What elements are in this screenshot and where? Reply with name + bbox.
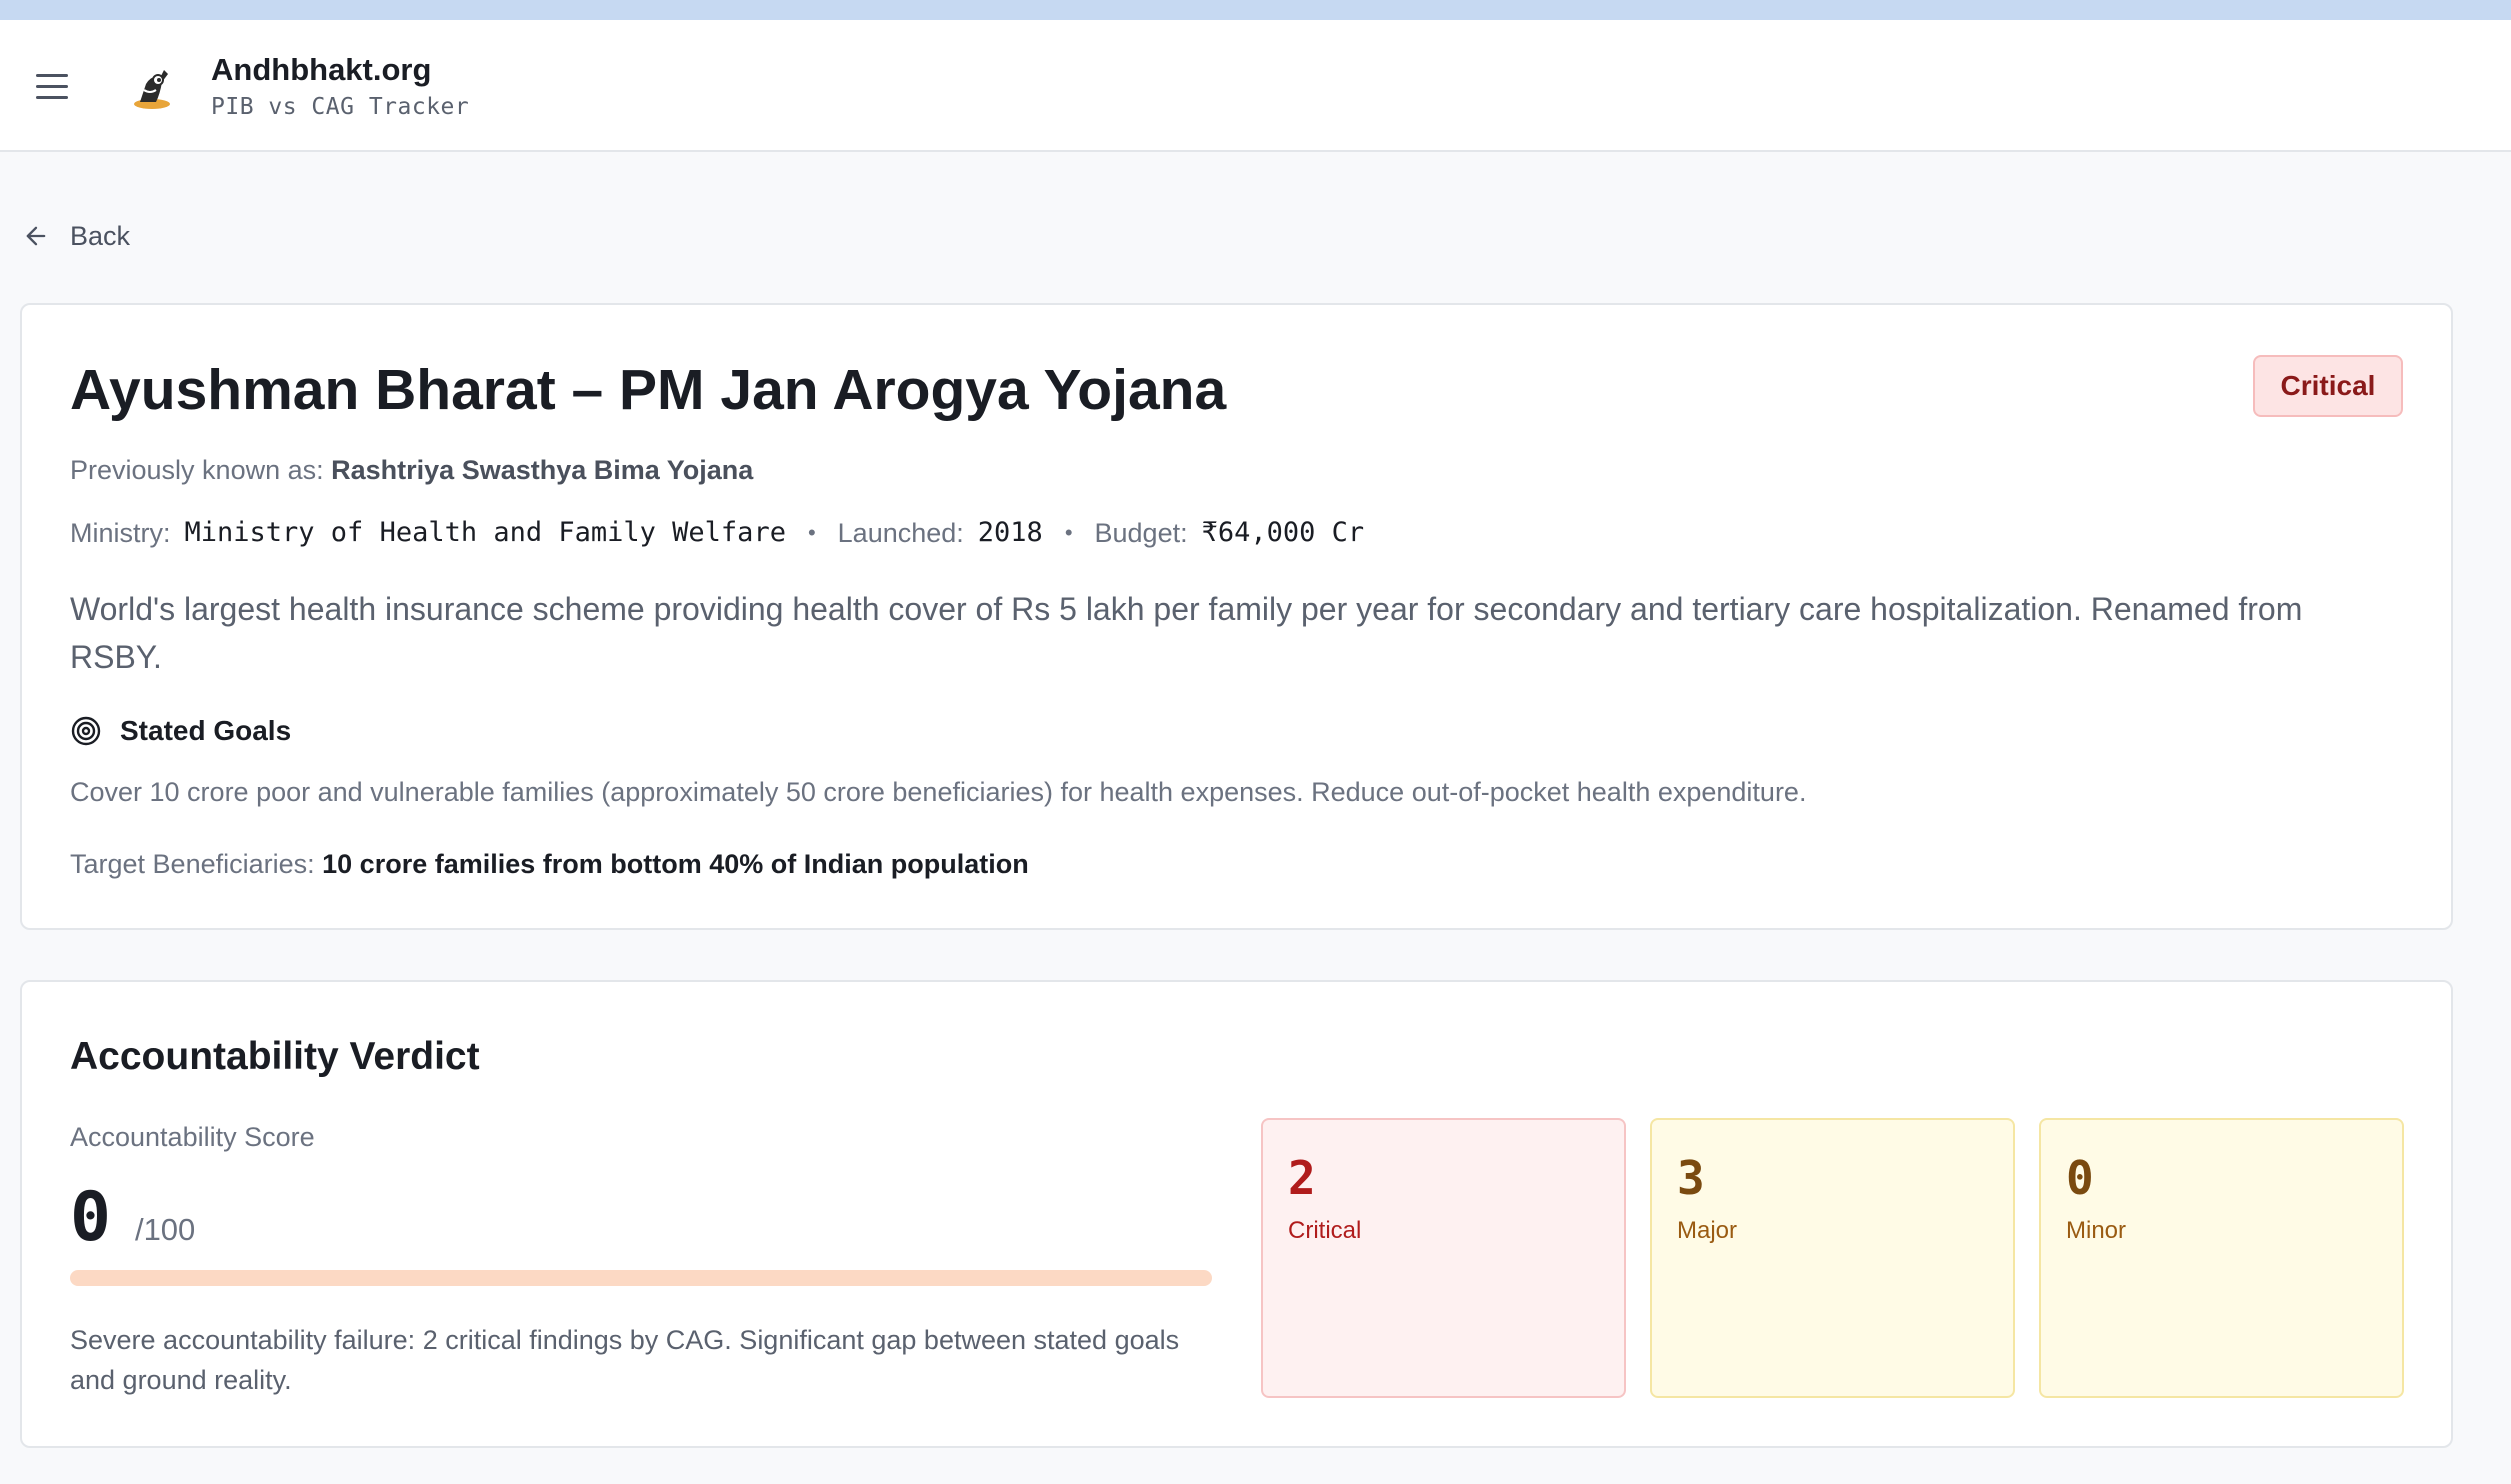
previously-known: Previously known as: Rashtriya Swasthya …: [70, 452, 753, 488]
major-count-card: 3 Major: [1650, 1118, 2015, 1398]
target-icon: [71, 716, 101, 746]
score-max: /100: [134, 1212, 196, 1247]
meta-separator: •: [807, 520, 816, 545]
ministry-label: Ministry:: [70, 518, 171, 548]
critical-count-card: 2 Critical: [1261, 1118, 1626, 1398]
budget-label: Budget:: [1094, 518, 1188, 548]
major-count-label: Major: [1677, 1217, 1738, 1244]
minor-count-value: 0: [2066, 1151, 2094, 1205]
launched-value: 2018: [977, 517, 1043, 548]
critical-count-label: Critical: [1288, 1217, 1362, 1244]
scheme-title: Ayushman Bharat – PM Jan Arogya Yojana: [70, 358, 1227, 422]
score-bar: [70, 1270, 1212, 1286]
minor-count-card: 0 Minor: [2039, 1118, 2404, 1398]
browser-top-strip: [0, 0, 2511, 20]
verdict-title: Accountability Verdict: [70, 1035, 480, 1078]
goals-heading: Stated Goals: [70, 715, 291, 747]
scheme-card: Ayushman Bharat – PM Jan Arogya Yojana C…: [20, 303, 2453, 930]
back-button[interactable]: Back: [22, 214, 130, 258]
score: 0 /100: [70, 1178, 195, 1258]
target-beneficiaries: Target Beneficiaries: 10 crore families …: [70, 846, 1029, 882]
brand-subtitle: PIB vs CAG Tracker: [211, 94, 470, 120]
goals-heading-text: Stated Goals: [120, 715, 292, 746]
brand[interactable]: Andhbhakt.org PIB vs CAG Tracker: [211, 50, 469, 124]
score-value: 0: [70, 1178, 111, 1257]
goals-text: Cover 10 crore poor and vulnerable famil…: [70, 777, 1807, 807]
major-count-value: 3: [1677, 1151, 1705, 1205]
target-value: 10 crore families from bottom 40% of Ind…: [322, 849, 1029, 879]
target-label: Target Beneficiaries:: [70, 849, 315, 879]
scheme-meta: Ministry: Ministry of Health and Family …: [70, 515, 1364, 551]
brand-name: Andhbhakt.org: [211, 52, 432, 87]
scheme-description: World's largest health insurance scheme …: [70, 591, 2303, 675]
launched-label: Launched:: [837, 518, 964, 548]
hamburger-icon[interactable]: [36, 66, 76, 106]
back-label: Back: [70, 220, 131, 251]
verdict-card: Accountability Verdict Accountability Sc…: [20, 980, 2453, 1448]
previously-known-label: Previously known as:: [70, 455, 324, 485]
arrow-left-icon: [26, 226, 46, 246]
mascot-logo[interactable]: [126, 60, 178, 112]
verdict-summary: Severe accountability failure: 2 critica…: [70, 1325, 1180, 1395]
ministry-value: Ministry of Health and Family Welfare: [184, 517, 786, 548]
site-header: Andhbhakt.org PIB vs CAG Tracker: [0, 20, 2511, 152]
score-label: Accountability Score: [70, 1122, 315, 1152]
budget-value: ₹64,000 Cr: [1201, 517, 1365, 548]
minor-count-label: Minor: [2066, 1217, 2127, 1244]
critical-count-value: 2: [1288, 1151, 1316, 1205]
previously-known-value: Rashtriya Swasthya Bima Yojana: [331, 455, 754, 485]
meta-separator: •: [1064, 520, 1073, 545]
severity-badge: Critical: [2253, 355, 2403, 417]
